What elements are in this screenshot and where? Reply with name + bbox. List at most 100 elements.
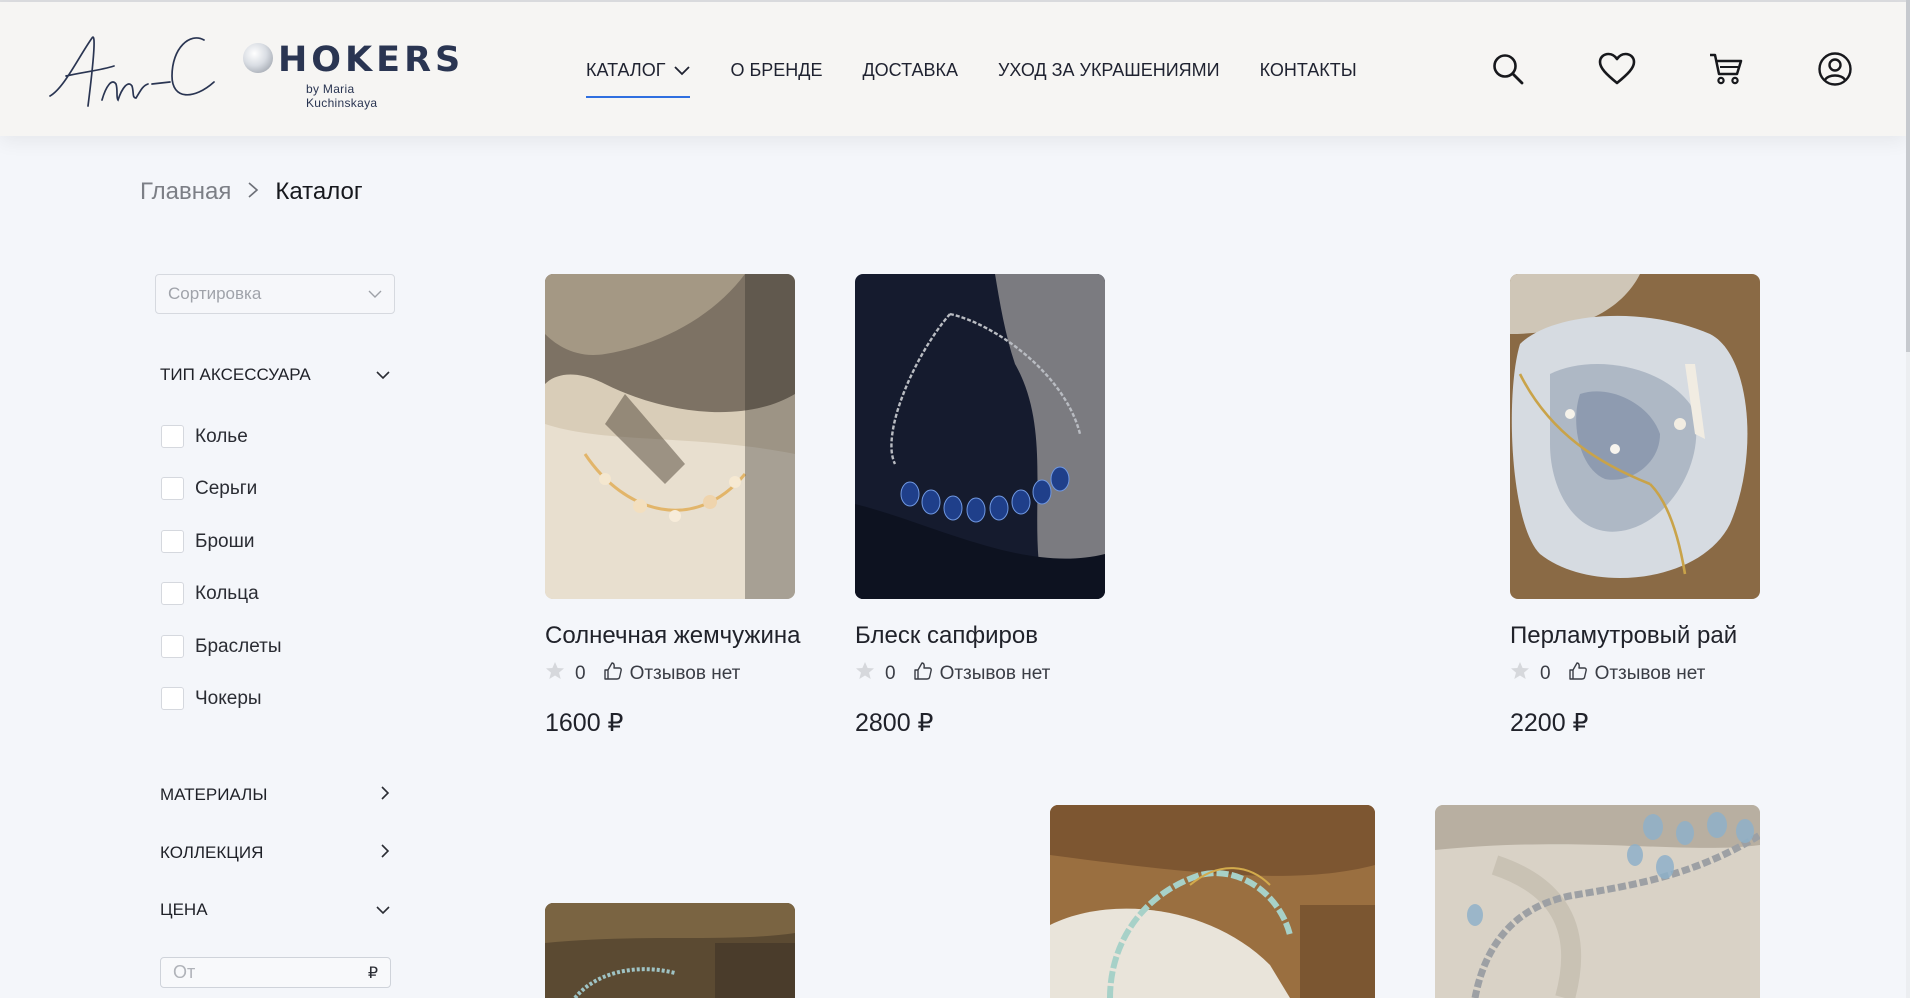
product-image[interactable] (545, 274, 795, 599)
nav-item-catalog[interactable]: КАТАЛОГ (586, 40, 691, 100)
header-actions (1488, 49, 1855, 89)
pearl-icon (243, 43, 273, 73)
filter-accessory-type[interactable]: ТИП АКСЕССУАРА (160, 363, 390, 387)
currency-sign: ₽ (367, 964, 378, 982)
chevron-down-icon (376, 365, 390, 385)
sort-placeholder: Сортировка (168, 284, 262, 303)
checkbox[interactable] (161, 635, 184, 658)
filter-option-chokers[interactable]: Чокеры (161, 687, 262, 710)
product-image[interactable] (855, 274, 1105, 599)
breadcrumb-home[interactable]: Главная (140, 178, 231, 206)
checkbox[interactable] (161, 582, 184, 605)
product-card[interactable]: Солнечная жемчужина 0 Отзывов нет 1600 ₽ (545, 274, 800, 737)
user-icon[interactable] (1815, 49, 1855, 89)
logo-wordmark: HOKERS (278, 40, 465, 80)
cart-icon[interactable] (1706, 49, 1746, 89)
nav-item-about[interactable]: О БРЕНДЕ (730, 40, 822, 100)
product-photo (1050, 805, 1375, 998)
product-image[interactable] (1050, 805, 1375, 998)
filter-price[interactable]: ЦЕНА (160, 898, 390, 922)
filter-sidebar: Сортировка ТИП АКСЕССУАРА Колье Серьги Б… (155, 274, 395, 988)
checkbox[interactable] (161, 530, 184, 553)
chevron-down-icon (674, 40, 691, 100)
filter-title: ТИП АКСЕССУАРА (160, 365, 311, 384)
product-photo (545, 903, 795, 998)
option-label: Колье (195, 425, 248, 447)
rating-count: 0 (1540, 662, 1551, 684)
product-title[interactable]: Солнечная жемчужина (545, 622, 800, 650)
product-card[interactable] (1435, 805, 1760, 998)
filter-title: МАТЕРИАЛЫ (160, 785, 268, 804)
filter-option-bracelets[interactable]: Браслеты (161, 635, 281, 658)
search-icon[interactable] (1488, 49, 1528, 89)
logo-script (49, 36, 215, 107)
option-label: Кольца (195, 582, 259, 604)
star-icon (855, 661, 875, 686)
breadcrumb-current: Каталог (275, 178, 363, 205)
filter-option-necklace[interactable]: Колье (161, 425, 248, 448)
nav-label: КАТАЛОГ (586, 60, 666, 80)
product-image[interactable] (1435, 805, 1760, 998)
reviews-text[interactable]: Отзывов нет (1595, 663, 1706, 685)
brand-logo[interactable]: HOKERS by Maria Kuchinskaya (44, 18, 460, 118)
star-icon (545, 661, 565, 686)
product-title[interactable]: Перламутровый рай (1510, 622, 1737, 650)
product-card[interactable]: Перламутровый рай 0 Отзывов нет 2200 ₽ (1510, 274, 1760, 737)
option-label: Браслеты (195, 635, 282, 657)
product-rating: 0 Отзывов нет (1510, 661, 1705, 686)
product-image[interactable] (1510, 274, 1760, 599)
thumbs-up-icon (1568, 661, 1587, 686)
chevron-down-icon (376, 900, 390, 920)
product-price: 1600 ₽ (545, 709, 624, 737)
reviews-text[interactable]: Отзывов нет (630, 663, 741, 685)
checkbox[interactable] (161, 425, 184, 448)
product-image[interactable] (545, 903, 795, 998)
product-price: 2800 ₽ (855, 709, 934, 737)
product-photo (1510, 274, 1760, 599)
nav-item-care[interactable]: УХОД ЗА УКРАШЕНИЯМИ (998, 40, 1220, 100)
thumbs-up-icon (913, 661, 932, 686)
option-label: Чокеры (195, 687, 262, 709)
checkbox[interactable] (161, 687, 184, 710)
site-header: HOKERS by Maria Kuchinskaya КАТАЛОГ О БР… (0, 2, 1906, 136)
filter-collection[interactable]: КОЛЛЕКЦИЯ (160, 841, 390, 865)
product-rating: 0 Отзывов нет (545, 661, 740, 686)
rating-count: 0 (885, 662, 896, 684)
chevron-right-icon (381, 785, 390, 805)
product-photo (1435, 805, 1760, 998)
filter-option-earrings[interactable]: Серьги (161, 477, 257, 500)
filter-option-rings[interactable]: Кольца (161, 582, 259, 605)
sort-select[interactable]: Сортировка (155, 274, 395, 314)
checkbox[interactable] (161, 477, 184, 500)
nav-item-delivery[interactable]: ДОСТАВКА (862, 40, 958, 100)
product-card[interactable]: Блеск сапфиров 0 Отзывов нет 2800 ₽ (855, 274, 1105, 737)
product-card[interactable] (1050, 805, 1375, 998)
rating-count: 0 (575, 662, 586, 684)
filter-title: ЦЕНА (160, 900, 208, 919)
breadcrumb: Главная Каталог (140, 178, 363, 206)
filter-title: КОЛЛЕКЦИЯ (160, 843, 264, 862)
logo-byline: by Maria Kuchinskaya (306, 82, 378, 110)
chevron-down-icon (368, 284, 382, 304)
product-photo (545, 274, 795, 599)
option-label: Броши (195, 530, 255, 552)
product-rating: 0 Отзывов нет (855, 661, 1050, 686)
star-icon (1510, 661, 1530, 686)
heart-icon[interactable] (1597, 49, 1637, 89)
option-label: Серьги (195, 477, 258, 499)
product-title[interactable]: Блеск сапфиров (855, 622, 1038, 650)
price-from-input[interactable]: От ₽ (160, 957, 391, 988)
product-price: 2200 ₽ (1510, 709, 1589, 737)
filter-materials[interactable]: МАТЕРИАЛЫ (160, 783, 390, 807)
chevron-right-icon (381, 843, 390, 863)
filter-option-brooches[interactable]: Броши (161, 530, 254, 553)
reviews-text[interactable]: Отзывов нет (940, 663, 1051, 685)
thumbs-up-icon (603, 661, 622, 686)
scrollbar-thumb[interactable] (1906, 0, 1910, 352)
nav-item-contacts[interactable]: КОНТАКТЫ (1260, 40, 1357, 100)
product-card[interactable] (545, 903, 795, 998)
chevron-right-icon (247, 178, 259, 206)
main-nav: КАТАЛОГ О БРЕНДЕ ДОСТАВКА УХОД ЗА УКРАШЕ… (586, 40, 1397, 100)
price-from-placeholder: От (173, 962, 196, 982)
page-scrollbar[interactable] (1906, 0, 1910, 998)
